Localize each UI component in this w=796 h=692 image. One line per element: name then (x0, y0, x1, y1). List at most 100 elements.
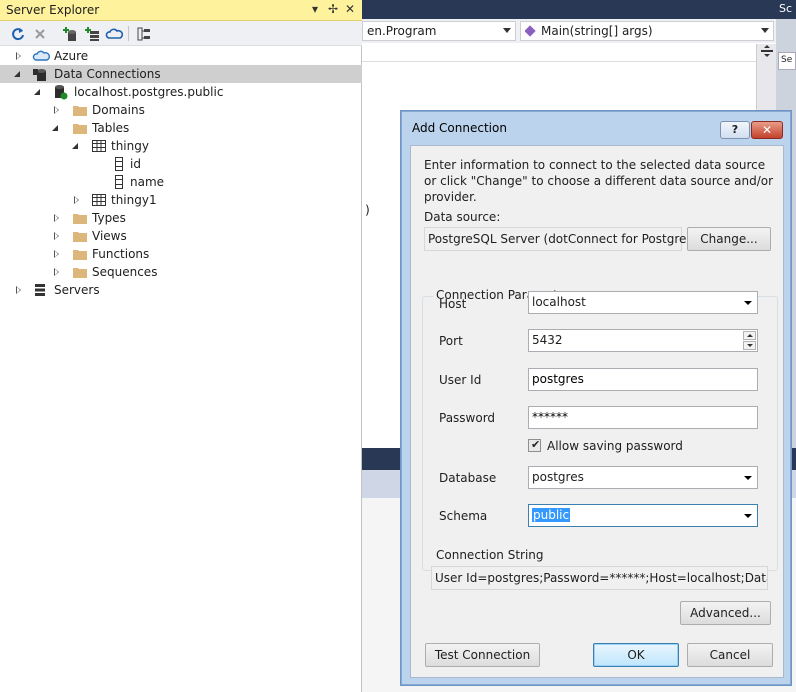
schema-combobox[interactable]: public (528, 504, 758, 527)
tree-node-domains[interactable]: Domains (0, 101, 362, 119)
servers-icon (32, 282, 48, 298)
expand-arrow-icon[interactable] (16, 286, 21, 294)
right-box[interactable]: Se (778, 52, 796, 70)
refresh-icon (12, 27, 24, 40)
ok-button[interactable]: OK (593, 643, 679, 667)
userid-input[interactable]: postgres (528, 368, 758, 391)
refresh-button[interactable] (8, 24, 28, 43)
change-button[interactable]: Change... (687, 227, 771, 251)
database-connection-icon (52, 84, 68, 100)
folder-icon (72, 246, 88, 262)
expand-arrow-icon[interactable] (54, 250, 59, 258)
cancel-button[interactable]: Cancel (687, 643, 773, 667)
table-icon (91, 138, 107, 154)
connection-string-value: User Id=postgres;Password=******;Host=lo… (431, 566, 768, 590)
help-button[interactable]: ? (720, 121, 750, 139)
tree-node-label: Sequences (92, 265, 158, 279)
password-input[interactable]: ****** (528, 406, 758, 429)
code-line-highlight (362, 44, 756, 62)
host-value: localhost (532, 295, 586, 309)
right-tab[interactable]: Sc (776, 0, 796, 19)
expand-arrow-icon[interactable] (16, 52, 21, 60)
tree-node-label: id (130, 157, 141, 171)
expand-arrow-icon[interactable] (54, 268, 59, 276)
database-value: postgres (532, 470, 584, 484)
expand-arrow-icon[interactable] (54, 106, 59, 114)
data-source-value: PostgreSQL Server (dotConnect for Postgr… (424, 227, 715, 251)
tree-node-thingy[interactable]: thingy (0, 137, 362, 155)
database-label: Database (439, 471, 497, 485)
toolbar-separator (128, 26, 129, 41)
panel-title: Server Explorer (6, 3, 100, 17)
tree-node-functions[interactable]: Functions (0, 245, 362, 263)
server-explorer-toolbar (0, 21, 362, 46)
connect-azure-icon (105, 28, 123, 39)
azure-cloud-icon (32, 48, 50, 64)
chevron-down-icon (503, 28, 511, 33)
chevron-down-icon (761, 28, 769, 33)
decrement-button[interactable] (743, 341, 756, 350)
tree-node-types[interactable]: Types (0, 209, 362, 227)
connect-to-server-button[interactable] (82, 24, 102, 43)
collapse-arrow-icon[interactable] (14, 71, 20, 77)
tree-node-tables[interactable]: Tables (0, 119, 362, 137)
arrow-down-icon (747, 344, 753, 347)
column-icon (111, 174, 127, 190)
member-dropdown[interactable]: Main(string[] args) (520, 21, 774, 41)
show-designer-button[interactable] (134, 24, 154, 43)
increment-button[interactable] (743, 331, 756, 340)
test-connection-button[interactable]: Test Connection (425, 643, 540, 667)
arrow-up-icon (747, 334, 753, 337)
connect-to-azure-button[interactable] (104, 24, 124, 43)
type-dropdown[interactable]: en.Program (362, 21, 516, 41)
member-dropdown-value: Main(string[] args) (541, 24, 653, 38)
port-spinner[interactable]: 5432 (528, 329, 758, 352)
chevron-down-icon[interactable] (744, 476, 752, 480)
close-panel-button[interactable]: ✕ (345, 2, 355, 16)
database-combobox[interactable]: postgres (528, 466, 758, 489)
close-dialog-button[interactable]: ✕ (751, 121, 783, 139)
server-explorer-panel: Server Explorer ▾ ✢ ✕ Azure Data Connect… (0, 0, 362, 692)
tree-node-thingy1[interactable]: thingy1 (0, 191, 362, 209)
expand-arrow-icon[interactable] (54, 232, 59, 240)
tree-node-data-connections[interactable]: Data Connections (0, 65, 362, 83)
host-combobox[interactable]: localhost (528, 291, 758, 314)
data-source-label: Data source: (424, 210, 501, 224)
folder-icon (72, 228, 88, 244)
tree-node-column-name[interactable]: name (0, 173, 362, 191)
tree-node-servers[interactable]: Servers (0, 281, 362, 299)
dialog-description: Enter information to connect to the sele… (424, 158, 774, 204)
allow-saving-checkbox[interactable]: ✔ (528, 438, 541, 452)
allow-saving-label[interactable]: Allow saving password (547, 439, 683, 453)
stop-refresh-button[interactable] (30, 24, 50, 43)
collapse-arrow-icon[interactable] (34, 89, 40, 95)
tree-node-label: Servers (54, 283, 100, 297)
column-icon (111, 156, 127, 172)
window-position-button[interactable]: ▾ (312, 2, 318, 16)
collapse-arrow-icon[interactable] (52, 125, 58, 131)
tree-node-column-id[interactable]: id (0, 155, 362, 173)
chevron-down-icon[interactable] (744, 301, 752, 305)
checkmark-icon: ✔ (531, 438, 541, 451)
chevron-down-icon[interactable] (744, 514, 752, 518)
collapse-arrow-icon[interactable] (72, 143, 78, 149)
tree-node-label: Views (92, 229, 127, 243)
folder-icon (72, 102, 88, 118)
password-label: Password (439, 411, 496, 425)
tree-node-views[interactable]: Views (0, 227, 362, 245)
tree-node-label: Tables (92, 121, 130, 135)
connect-to-database-button[interactable] (60, 24, 80, 43)
auto-hide-pin-button[interactable]: ✢ (328, 2, 338, 16)
split-icon[interactable] (757, 44, 777, 58)
type-dropdown-value: en.Program (367, 24, 437, 38)
tree-node-azure[interactable]: Azure (0, 47, 362, 65)
expand-arrow-icon[interactable] (54, 214, 59, 222)
add-connection-dialog: Add Connection ? ✕ Enter information to … (400, 110, 792, 686)
expand-arrow-icon[interactable] (74, 196, 79, 204)
host-label: Host (439, 297, 467, 311)
tree-node-localhost-postgres-public[interactable]: localhost.postgres.public (0, 83, 362, 101)
tree-node-sequences[interactable]: Sequences (0, 263, 362, 281)
advanced-button[interactable]: Advanced... (680, 601, 771, 625)
port-label: Port (439, 334, 463, 348)
code-text[interactable]: ) (364, 203, 371, 217)
